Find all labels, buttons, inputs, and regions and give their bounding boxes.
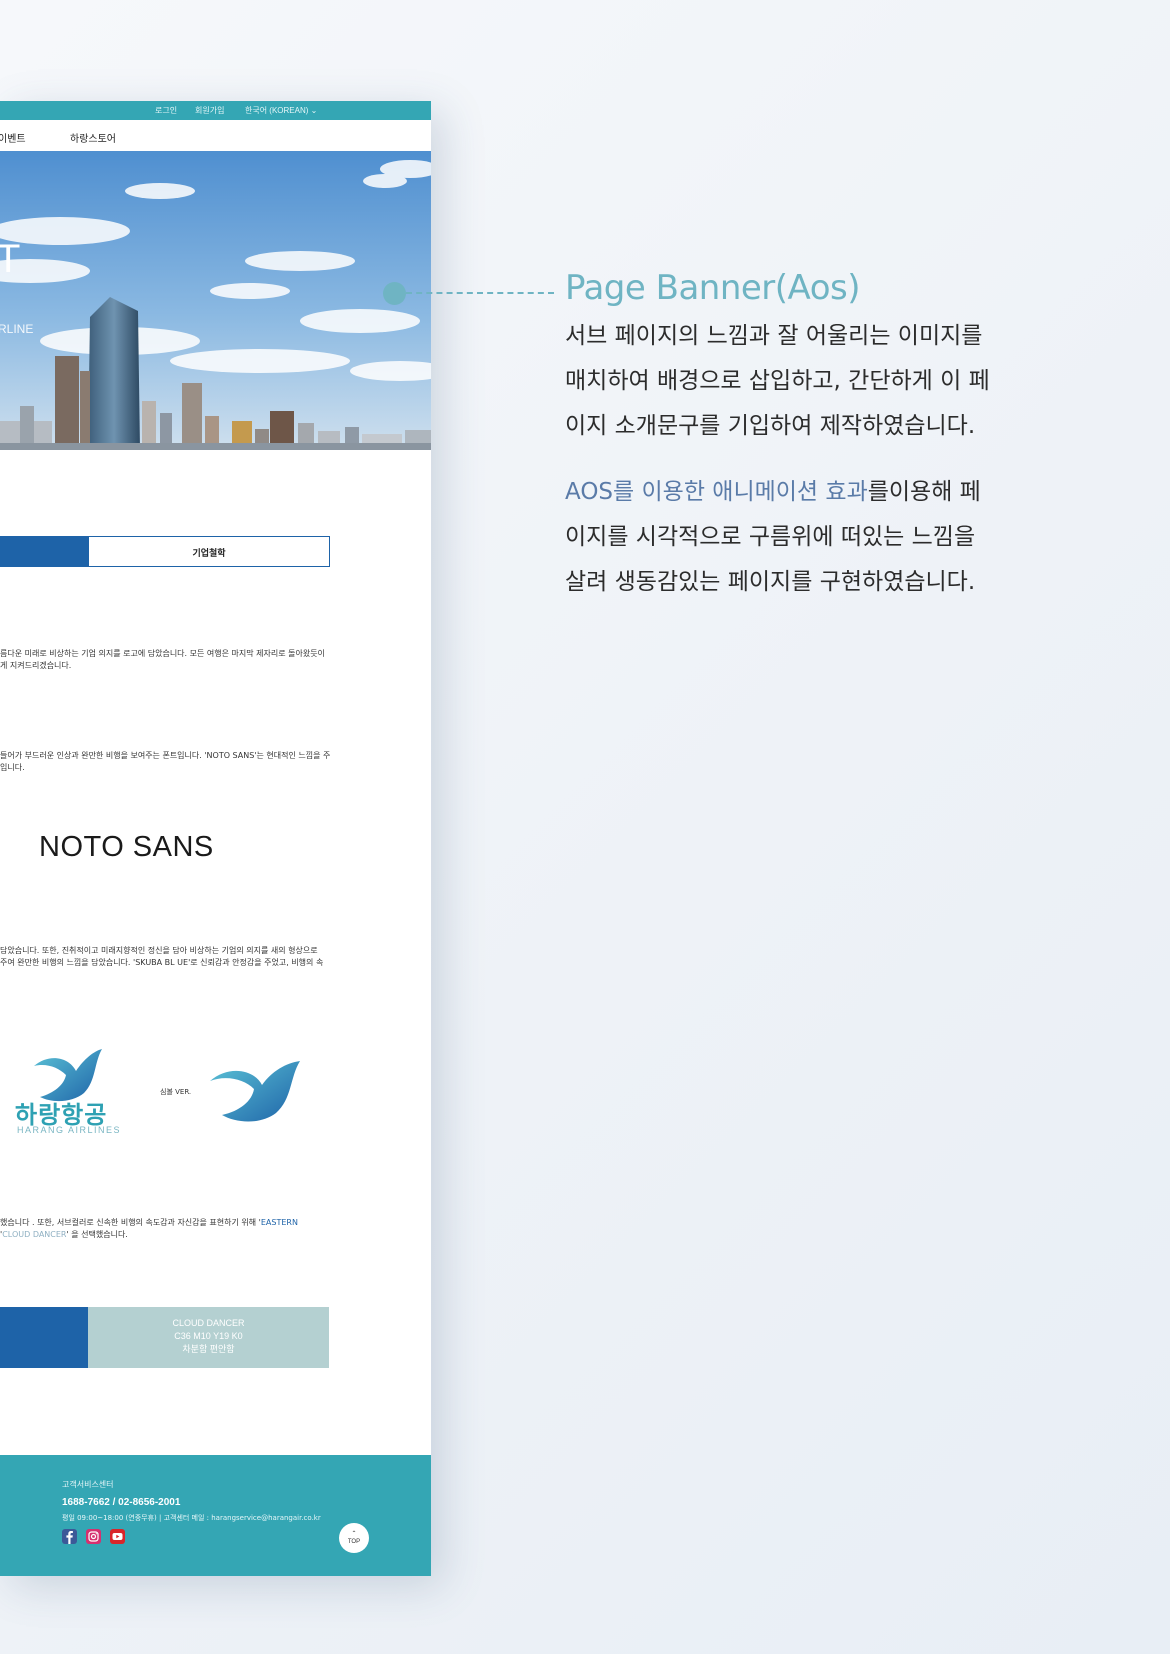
- utility-bar: 로그인 회원가입 한국어 (KOREAN) ⌄: [0, 101, 431, 120]
- swatch-eastern-blue: [0, 1307, 88, 1368]
- paragraph-line: 입니다.: [0, 763, 25, 772]
- paragraph-line: 담았습니다. 또한, 진취적이고 미래지향적인 정신을 담아 비상하는 기업의 …: [0, 946, 318, 955]
- callout-description-2: AOS를 이용한 애니메이션 효과를이용해 페 이지를 시각적으로 구름위에 떠…: [565, 470, 1035, 605]
- footer-hours: 평일 09:00~18:00 (연중무휴) | 고객센터 메일 : harang…: [62, 1514, 321, 1522]
- page-banner: T RLINE: [0, 151, 431, 450]
- paragraph-font-intro: 들어가 부드러운 인상과 완만한 비행을 보여주는 폰트입니다. 'NOTO S…: [0, 750, 330, 774]
- callout-line: AOS를 이용한 애니메이션 효과를이용해 페: [565, 470, 1035, 515]
- login-link[interactable]: 로그인: [155, 105, 177, 116]
- font-sample: NOTO SANS: [39, 831, 214, 863]
- paragraph-line: 게 지켜드리겠습니다.: [0, 661, 72, 670]
- paragraph-line: 'CLOUD DANCER' 을 선택했습니다.: [0, 1229, 300, 1241]
- facebook-icon[interactable]: [62, 1529, 77, 1544]
- main-nav: 이벤트 하랑스토어: [0, 120, 431, 152]
- scroll-top-button[interactable]: ⌃ TOP: [339, 1523, 369, 1553]
- nav-item-event[interactable]: 이벤트: [0, 130, 26, 145]
- symbol-version-label: 심볼 VER.: [160, 1088, 192, 1096]
- paragraph-text: 했습니다 . 또한, 서브컬러로 신속한 비행의 속도감과 자신감을 표현하기 …: [0, 1218, 261, 1227]
- logo-english-name: HARANG AIRLINES: [17, 1125, 122, 1135]
- callout-line: 서브 페이지의 느낌과 잘 어울리는 이미지를: [565, 323, 983, 349]
- callout-highlight: AOS를 이용한 애니메이션 효과: [565, 479, 868, 505]
- paragraph-color-intro: 했습니다 . 또한, 서브컬러로 신속한 비행의 속도감과 자신감을 표현하기 …: [0, 1217, 300, 1241]
- scroll-top-label: TOP: [347, 1539, 361, 1545]
- footer-phone: 1688-7662 / 02-8656-2001: [62, 1497, 181, 1508]
- swatch-name: CLOUD DANCER: [172, 1318, 245, 1328]
- chevron-up-icon: ⌃: [351, 1531, 357, 1537]
- tab-philosophy-label: 기업철학: [192, 549, 226, 559]
- language-label: 한국어 (KOREAN): [245, 106, 309, 115]
- callout-description-1: 서브 페이지의 느낌과 잘 어울리는 이미지를 매치하여 배경으로 삽입하고, …: [565, 314, 1035, 449]
- callout-line: 살려 생동감있는 페이지를 구현하였습니다.: [565, 569, 976, 595]
- callout-title: Page Banner(Aos): [565, 268, 860, 308]
- nav-item-store[interactable]: 하랑스토어: [70, 130, 116, 145]
- paragraph-logo-intro: 름다운 미래로 비상하는 기업 의지를 로고에 담았습니다. 모든 여행은 마지…: [0, 648, 330, 672]
- footer-title: 고객서비스센터: [62, 1480, 114, 1489]
- paragraph-line: 들어가 부드러운 인상과 완만한 비행을 보여주는 폰트입니다. 'NOTO S…: [0, 751, 330, 760]
- city-skyline-image: [0, 151, 431, 450]
- swatch-cmyk: C36 M10 Y19 K0: [174, 1331, 243, 1341]
- chevron-down-icon: ⌄: [310, 106, 318, 115]
- banner-title-fragment: T: [0, 237, 21, 281]
- callout-line: 이지를 시각적으로 구름위에 떠있는 느낌을: [565, 524, 976, 550]
- callout-marker: [383, 282, 406, 305]
- website-preview-card: 로그인 회원가입 한국어 (KOREAN) ⌄ 이벤트 하랑스토어 T RLIN…: [0, 101, 431, 1576]
- bird-symbol-icon: [210, 1061, 300, 1122]
- banner-subtitle-fragment: RLINE: [0, 322, 34, 336]
- callout-text: 를이용해 페: [867, 479, 981, 505]
- paragraph-line: 했습니다 . 또한, 서브컬러로 신속한 비행의 속도감과 자신감을 표현하기 …: [0, 1217, 300, 1229]
- tab-active[interactable]: [0, 536, 88, 567]
- instagram-icon[interactable]: [86, 1529, 101, 1544]
- footer: 고객서비스센터 1688-7662 / 02-8656-2001 평일 09:0…: [0, 1455, 431, 1576]
- callout-line: 이지 소개문구를 기입하여 제작하였습니다.: [565, 413, 976, 439]
- tab-philosophy[interactable]: 기업철학: [88, 536, 330, 567]
- paragraph-line: 주여 완만한 비행의 느낌을 담았습니다. 'SKUBA BL UE'로 신뢰감…: [0, 958, 324, 967]
- paragraph-text: ' 을 선택했습니다.: [66, 1230, 128, 1239]
- language-selector[interactable]: 한국어 (KOREAN) ⌄: [245, 105, 317, 116]
- swatch-description: 차분함 편안함: [182, 1344, 235, 1354]
- callout-connector-line: [406, 292, 554, 294]
- youtube-icon[interactable]: [110, 1529, 125, 1544]
- color-name-cloud: CLOUD DANCER: [2, 1230, 67, 1239]
- paragraph-line: 름다운 미래로 비상하는 기업 의지를 로고에 담았습니다. 모든 여행은 마지…: [0, 649, 325, 658]
- callout-line: 매치하여 배경으로 삽입하고, 간단하게 이 페: [565, 368, 990, 394]
- paragraph-symbol-intro: 담았습니다. 또한, 진취적이고 미래지향적인 정신을 담아 비상하는 기업의 …: [0, 945, 330, 969]
- signup-link[interactable]: 회원가입: [195, 105, 224, 116]
- swatch-cloud-dancer: CLOUD DANCER C36 M10 Y19 K0 차분함 편안함: [88, 1307, 329, 1368]
- color-name-eastern: EASTERN: [260, 1218, 298, 1227]
